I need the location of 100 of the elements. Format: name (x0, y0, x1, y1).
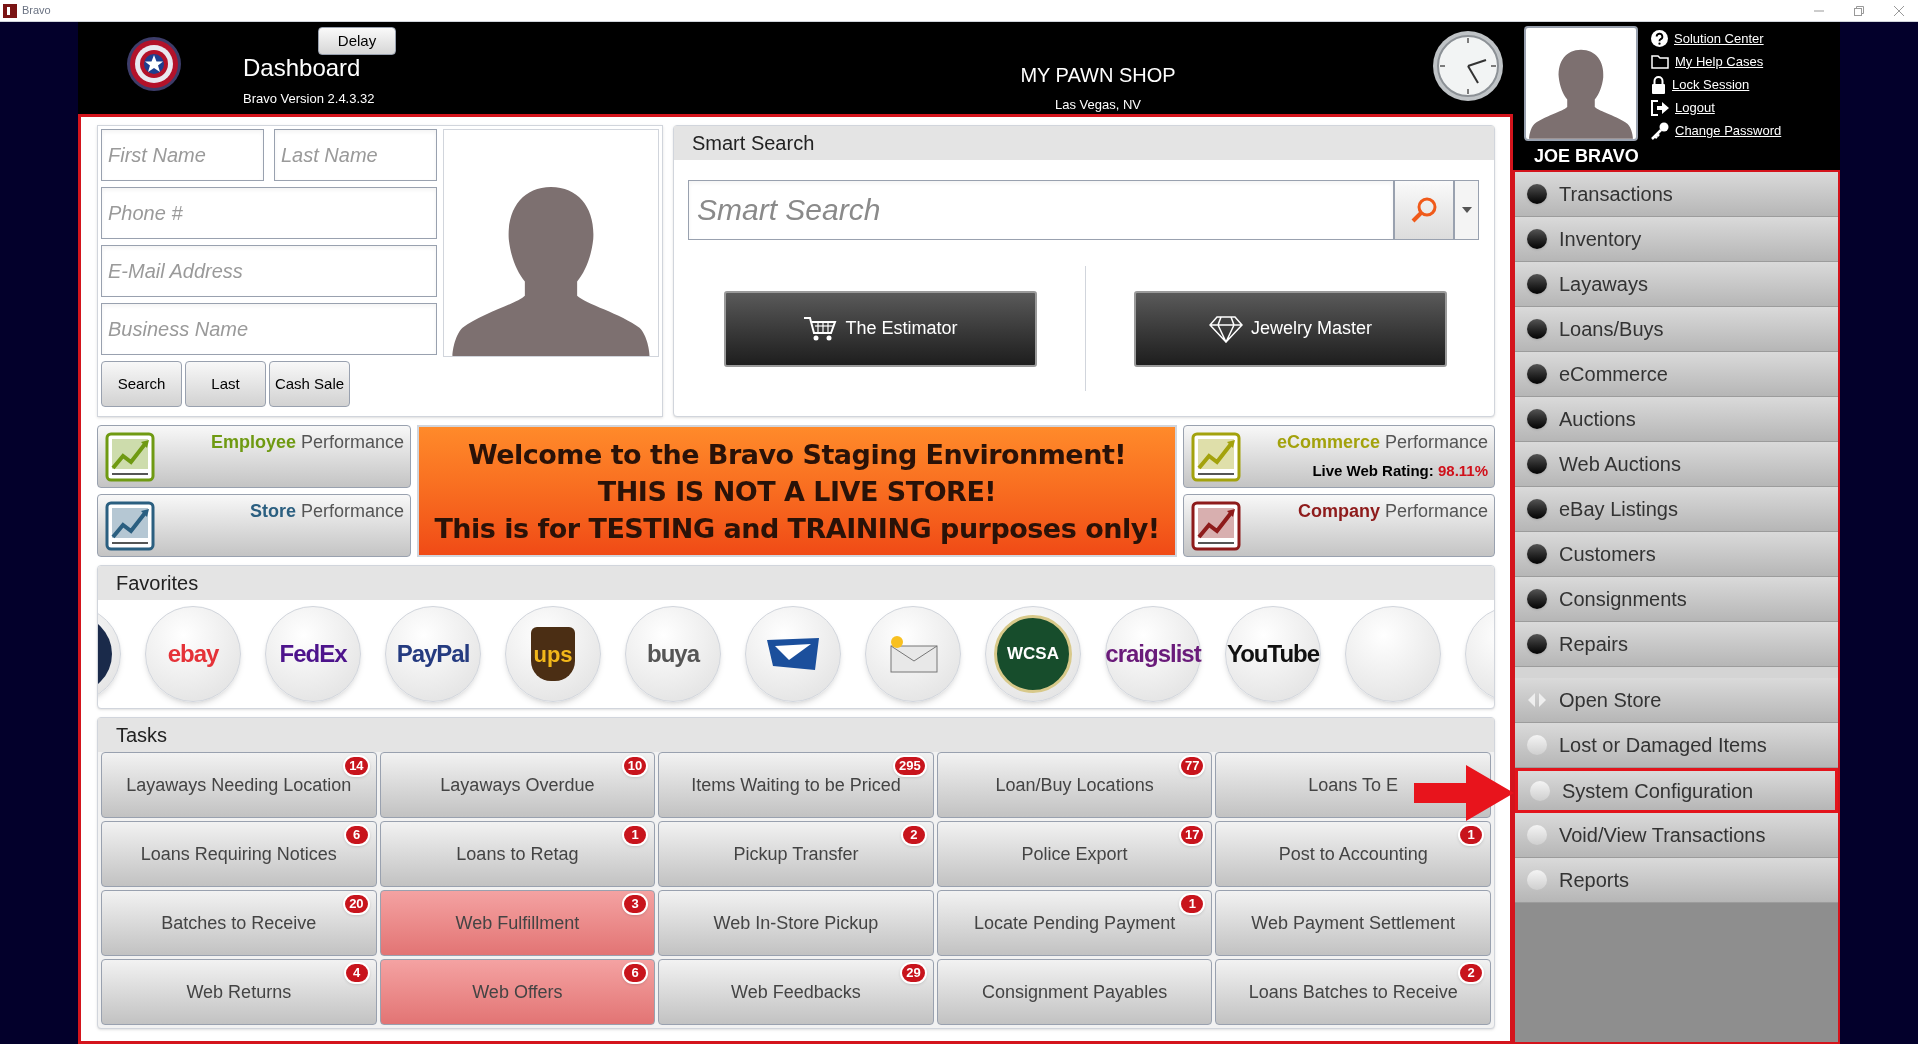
search-icon (1410, 196, 1438, 224)
window-title: Bravo (22, 3, 51, 19)
chart-icon (105, 432, 155, 482)
performance-tile[interactable]: Employee Performance (97, 425, 411, 488)
menu-item[interactable]: Loans/Buys (1515, 307, 1838, 352)
bullet-icon (1527, 870, 1547, 890)
count-badge: 20 (343, 893, 370, 915)
performance-tile[interactable]: Company Performance (1183, 494, 1495, 557)
bullet-icon (1527, 184, 1547, 204)
diamond-icon (1209, 314, 1243, 343)
task-button[interactable]: Locate Pending Payment 1 (936, 890, 1213, 956)
favorite-button[interactable]: buya (625, 606, 721, 702)
task-button[interactable]: Loans Batches to Receive 2 (1215, 959, 1491, 1025)
favorite-button[interactable]: ups (505, 606, 601, 702)
task-button[interactable]: Loans Requiring Notices 6 (101, 821, 377, 887)
task-button[interactable]: Web In-Store Pickup (658, 890, 934, 956)
task-button[interactable]: Web Offers 6 (379, 959, 656, 1025)
favorite-button[interactable]: PayPal (385, 606, 481, 702)
key-icon (1651, 121, 1669, 140)
menu-item[interactable]: Open Store (1515, 678, 1838, 723)
input-field[interactable]: E-Mail Address (101, 245, 437, 297)
task-button[interactable]: Post to Accounting 1 (1215, 821, 1491, 887)
tool-button[interactable]: The Estimator (724, 290, 1037, 367)
menu-item[interactable]: eBay Listings (1515, 487, 1838, 532)
menu-item[interactable]: Consignments (1515, 577, 1838, 622)
input-field[interactable]: Business Name (101, 303, 437, 355)
help-icon (1651, 30, 1668, 47)
tile-title: Employee Performance (210, 431, 404, 454)
task-button[interactable]: Web Fulfillment 3 (379, 890, 656, 956)
shield-logo: ups (531, 627, 575, 681)
count-badge: 77 (1178, 755, 1206, 777)
user-link[interactable]: Logout (1651, 98, 1782, 117)
page-title: Dashboard (243, 53, 362, 83)
input-field[interactable]: Last Name (274, 129, 437, 181)
count-badge: 1 (1458, 824, 1484, 846)
task-button[interactable]: Web Payment Settlement (1215, 890, 1491, 956)
input-field[interactable]: Phone # (101, 187, 437, 239)
task-button[interactable]: Web Returns 4 (101, 959, 377, 1025)
menu-item[interactable]: Transactions (1515, 172, 1838, 217)
performance-tile[interactable]: eCommerce Performance Live Web Rating: 98.11% (1183, 425, 1495, 488)
search-form-button[interactable]: Cash Sale (269, 361, 350, 407)
favorite-button[interactable]: YouTube (1225, 606, 1321, 702)
logout-icon (1651, 99, 1669, 116)
performance-tile[interactable]: Store Performance (97, 494, 411, 557)
task-button[interactable]: Loans to Retag 1 (379, 821, 656, 887)
menu-item[interactable]: Inventory (1515, 217, 1838, 262)
menu-item[interactable]: Repairs (1515, 622, 1838, 667)
version-label: Bravo Version 2.4.3.32 (243, 90, 376, 108)
task-button[interactable]: Police Export 17 (936, 821, 1213, 887)
tool-button[interactable]: Jewelry Master (1134, 290, 1447, 367)
menu-item[interactable]: Customers (1515, 532, 1838, 577)
menu-item[interactable]: Lost or Damaged Items (1515, 723, 1838, 768)
bullet-icon (1527, 229, 1547, 249)
smart-search-field[interactable]: Smart Search (688, 180, 1394, 240)
app-icon (3, 3, 17, 18)
close-icon[interactable] (1894, 5, 1904, 16)
logo-text: PayPal (396, 639, 470, 669)
user-name: JOE BRAVO (1534, 145, 1639, 168)
user-link[interactable]: My Help Cases (1651, 52, 1782, 71)
logo-text: ebay (167, 639, 219, 669)
dropdown-button[interactable] (1454, 180, 1479, 240)
search-form-button[interactable]: Last (185, 361, 266, 407)
task-button[interactable]: Batches to Receive 20 (101, 890, 377, 956)
split-arrows-icon (1527, 690, 1547, 710)
bullet-icon (1527, 364, 1547, 384)
menu-item[interactable]: Web Auctions (1515, 442, 1838, 487)
favorite-button[interactable]: craigslist (1105, 606, 1201, 702)
favorite-button[interactable]: WCSA (985, 606, 1081, 702)
store-location: Las Vegas, NV (1055, 96, 1141, 114)
user-link[interactable]: Change Password (1651, 121, 1782, 140)
search-form-button[interactable]: Search (101, 361, 182, 407)
favorite-button[interactable]: ebay (145, 606, 241, 702)
bullet-icon (1527, 825, 1547, 845)
shield-logo-icon (126, 36, 182, 92)
task-button[interactable]: Pickup Transfer 2 (658, 821, 934, 887)
banner-text: Welcome to the Bravo Staging Environment! (467, 437, 1127, 472)
panel-title: Tasks (116, 723, 168, 748)
task-button[interactable]: Loan/Buy Locations 77 (936, 752, 1213, 818)
menu-item[interactable]: Void/View Transactions (1515, 813, 1838, 858)
task-button[interactable]: Items Waiting to be Priced 295 (658, 752, 934, 818)
task-button[interactable]: Layaways Overdue 10 (379, 752, 656, 818)
chart-icon (1191, 432, 1241, 482)
bullet-icon (1527, 409, 1547, 429)
task-button[interactable]: Consignment Payables (936, 959, 1213, 1025)
task-button[interactable]: Layaways Needing Location 14 (101, 752, 377, 818)
favorite-button[interactable]: FedEx (265, 606, 361, 702)
task-button[interactable]: Web Feedbacks 29 (658, 959, 934, 1025)
user-link[interactable]: Solution Center (1651, 29, 1782, 48)
logo-text: buya (647, 639, 699, 669)
user-link[interactable]: Lock Session (1651, 75, 1782, 94)
menu-item[interactable]: Reports (1515, 858, 1838, 903)
restore-icon[interactable] (1854, 5, 1864, 16)
input-field[interactable]: First Name (101, 129, 264, 181)
menu-item[interactable]: eCommerce (1515, 352, 1838, 397)
menu-item[interactable]: Auctions (1515, 397, 1838, 442)
seal-logo: WCSA (994, 615, 1072, 693)
search-button[interactable] (1394, 180, 1454, 240)
delay-button[interactable]: Delay (318, 27, 396, 55)
count-badge: 29 (900, 962, 927, 984)
menu-item[interactable]: Layaways (1515, 262, 1838, 307)
